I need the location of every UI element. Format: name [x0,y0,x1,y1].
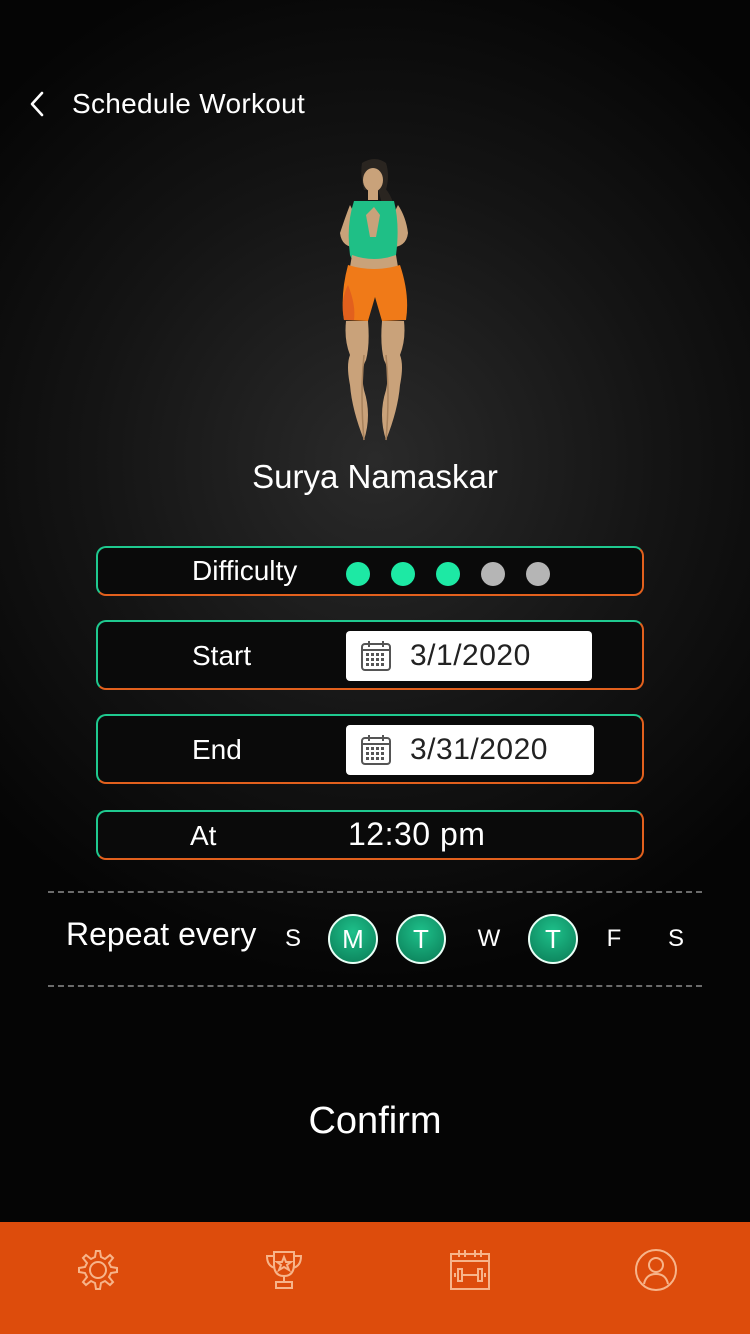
end-label: End [192,734,242,765]
tab-bar [0,1222,750,1334]
chevron-left-icon [30,91,44,117]
time-label: At [190,820,217,851]
workout-name: Surya Namaskar [252,458,498,495]
difficulty-dot-3[interactable] [436,562,460,586]
difficulty-dot-4[interactable] [481,562,505,586]
day-monday[interactable]: M [328,914,378,964]
page-title: Schedule Workout [72,88,306,119]
header: Schedule Workout [28,82,305,126]
repeat-label: Repeat every [66,916,257,952]
yoga-pose-figure [340,159,408,441]
difficulty-label: Difficulty [192,555,298,586]
day-tuesday[interactable]: T [396,914,446,964]
day-wednesday[interactable]: W [464,914,514,964]
calendar-icon [361,735,391,765]
end-row: End 3/31/2020 [96,714,644,784]
start-label: Start [192,640,252,671]
start-date-picker[interactable]: 3/1/2020 [346,631,592,681]
day-friday[interactable]: F [589,914,639,964]
difficulty-dot-5[interactable] [526,562,550,586]
divider-top [48,891,702,893]
gear-icon[interactable] [76,1248,120,1292]
start-date-value: 3/1/2020 [410,639,531,672]
time-row: At 12:30 pm [96,810,644,860]
profile-icon[interactable] [634,1248,678,1292]
trophy-icon[interactable] [262,1248,306,1292]
difficulty-row: Difficulty [96,546,644,596]
day-saturday[interactable]: S [651,914,701,964]
start-row: Start 3/1/2020 [96,620,644,690]
back-button[interactable] [28,82,56,126]
time-value[interactable]: 12:30 pm [348,816,485,853]
workout-calendar-icon[interactable] [448,1248,492,1292]
divider-bottom [48,985,702,987]
calendar-icon [361,641,391,671]
difficulty-dot-2[interactable] [391,562,415,586]
difficulty-dot-1[interactable] [346,562,370,586]
end-date-picker[interactable]: 3/31/2020 [346,725,594,775]
end-date-value: 3/31/2020 [410,733,548,766]
day-sunday[interactable]: S [268,914,318,964]
confirm-button[interactable]: Confirm [0,1100,750,1143]
day-thursday[interactable]: T [528,914,578,964]
